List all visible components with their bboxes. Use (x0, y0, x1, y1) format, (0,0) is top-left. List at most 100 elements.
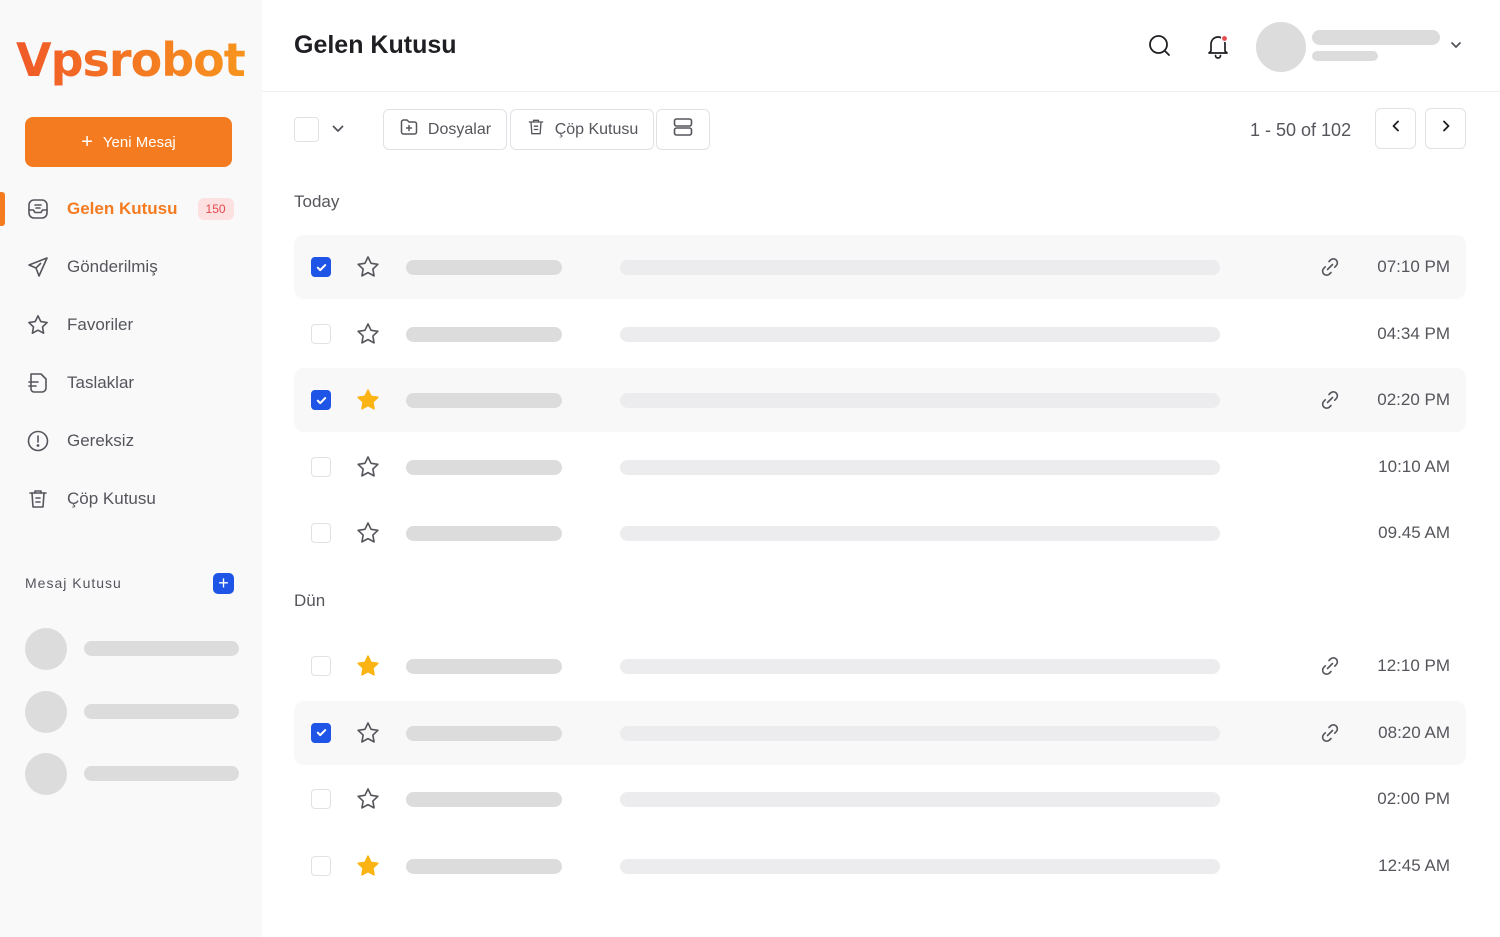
message-row[interactable]: 08:20 AM (294, 700, 1466, 765)
star-filled-icon[interactable] (355, 387, 381, 413)
attachment-icon (1318, 255, 1342, 279)
message-row[interactable]: 12:45 AM (294, 834, 1466, 898)
message-checkbox[interactable] (311, 257, 331, 277)
message-checkbox[interactable] (311, 855, 331, 876)
message-row[interactable]: 10:10 AM (294, 435, 1466, 499)
top-header: Gelen Kutusu (262, 0, 1500, 92)
trash-icon (526, 117, 546, 142)
list-toolbar: Dosyalar Çöp Kutusu 1 - 50 of 102 (262, 92, 1500, 168)
message-checkbox[interactable] (311, 789, 331, 809)
sidebar-item-drafts[interactable]: Taslaklar (0, 354, 262, 412)
message-checkbox[interactable] (311, 722, 331, 743)
chevron-right-icon (1438, 118, 1454, 139)
subject-placeholder (620, 526, 1220, 541)
star-icon[interactable] (355, 520, 381, 546)
page-title: Gelen Kutusu (294, 31, 457, 59)
star-icon[interactable] (355, 720, 381, 746)
sidebar-item-label: Favoriler (67, 315, 134, 334)
trash-icon (25, 486, 51, 512)
select-all-checkbox[interactable] (294, 117, 319, 142)
attachment-icon (1318, 388, 1342, 412)
message-checkbox[interactable] (311, 323, 331, 344)
next-page-button[interactable] (1425, 108, 1466, 149)
pagination-range: 1 - 50 of 102 (1250, 120, 1352, 140)
subject-placeholder (620, 858, 1220, 874)
add-mailbox-button[interactable]: + (213, 573, 234, 594)
star-filled-icon[interactable] (355, 653, 381, 679)
message-time: 09.45 AM (1378, 523, 1450, 542)
draft-icon (25, 370, 51, 396)
sidebar-item-sent[interactable]: Gönderilmiş (0, 238, 262, 296)
chevron-down-icon[interactable] (330, 121, 346, 137)
new-message-button[interactable]: + Yeni Mesaj (25, 117, 232, 167)
subject-placeholder (620, 725, 1220, 741)
user-name-placeholder (1312, 30, 1440, 45)
attachment-icon (1318, 654, 1342, 678)
star-icon[interactable] (355, 454, 381, 480)
mailbox-item[interactable] (25, 628, 239, 670)
alert-circle-icon (25, 428, 51, 454)
sidebar-item-inbox[interactable]: Gelen Kutusu 150 (0, 180, 262, 238)
message-time: 07:10 PM (1377, 257, 1450, 276)
message-time: 12:10 PM (1377, 656, 1450, 675)
sender-placeholder (406, 260, 562, 275)
files-button-label: Dosyalar (427, 120, 492, 138)
folder-plus-icon (399, 117, 419, 142)
placeholder-line (84, 704, 239, 719)
star-icon[interactable] (355, 786, 381, 812)
trash-button-label: Çöp Kutusu (554, 120, 639, 138)
bell-icon[interactable] (1204, 32, 1232, 60)
sender-placeholder (406, 393, 562, 408)
message-time: 08:20 AM (1378, 722, 1450, 742)
avatar (25, 753, 67, 795)
search-icon[interactable] (1146, 32, 1174, 60)
mailbox-item[interactable] (25, 753, 239, 795)
star-icon[interactable] (355, 321, 381, 347)
message-checkbox[interactable] (311, 523, 331, 543)
sidebar-item-favorites[interactable]: Favoriler (0, 296, 262, 354)
sidebar-item-trash[interactable]: Çöp Kutusu (0, 470, 262, 528)
message-row[interactable]: 07:10 PM (294, 235, 1466, 299)
subject-placeholder (620, 659, 1220, 674)
chevron-down-icon[interactable] (1448, 37, 1464, 53)
message-row[interactable]: 02:00 PM (294, 767, 1466, 831)
mailbox-item[interactable] (25, 691, 239, 733)
message-time: 04:34 PM (1377, 323, 1450, 343)
message-checkbox[interactable] (311, 456, 331, 477)
user-avatar[interactable] (1256, 22, 1306, 72)
sender-placeholder (406, 659, 562, 674)
sidebar-nav: Gelen Kutusu 150 Gönderilmiş Favoriler T… (0, 180, 262, 528)
sidebar-item-spam[interactable]: Gereksiz (0, 412, 262, 470)
message-checkbox[interactable] (311, 656, 331, 676)
date-group-label: Dün (294, 591, 326, 610)
layout-toggle-button[interactable] (656, 109, 710, 150)
new-message-label: Yeni Mesaj (102, 133, 176, 151)
message-row[interactable]: 02:20 PM (294, 368, 1466, 432)
sidebar: Vpsrobot + Yeni Mesaj Gelen Kutusu 150 G… (0, 0, 262, 937)
trash-button[interactable]: Çöp Kutusu (510, 109, 654, 150)
subject-placeholder (620, 459, 1220, 475)
sidebar-item-label: Gereksiz (67, 431, 135, 450)
mailbox-section-title: Mesaj Kutusu (25, 575, 122, 591)
sidebar-item-label: Gelen Kutusu (67, 199, 178, 218)
message-row[interactable]: 12:10 PM (294, 634, 1466, 698)
message-checkbox[interactable] (311, 390, 331, 410)
message-row[interactable]: 09.45 AM (294, 501, 1466, 565)
unread-count-badge: 150 (197, 198, 234, 220)
message-time: 10:10 AM (1378, 456, 1450, 476)
sender-placeholder (406, 725, 562, 741)
sender-placeholder (406, 526, 562, 541)
previous-page-button[interactable] (1375, 108, 1416, 149)
subject-placeholder (620, 792, 1220, 807)
files-button[interactable]: Dosyalar (383, 109, 507, 150)
star-icon[interactable] (355, 254, 381, 280)
message-time: 12:45 AM (1378, 855, 1450, 875)
star-filled-icon[interactable] (355, 853, 381, 879)
message-row[interactable]: 04:34 PM (294, 302, 1466, 366)
sidebar-item-label: Çöp Kutusu (67, 489, 156, 508)
brand-logo[interactable]: Vpsrobot (16, 34, 248, 90)
message-time: 02:20 PM (1377, 390, 1450, 409)
user-role-placeholder (1312, 51, 1378, 61)
date-group-label: Today (294, 192, 340, 211)
plus-icon: + (81, 131, 93, 153)
